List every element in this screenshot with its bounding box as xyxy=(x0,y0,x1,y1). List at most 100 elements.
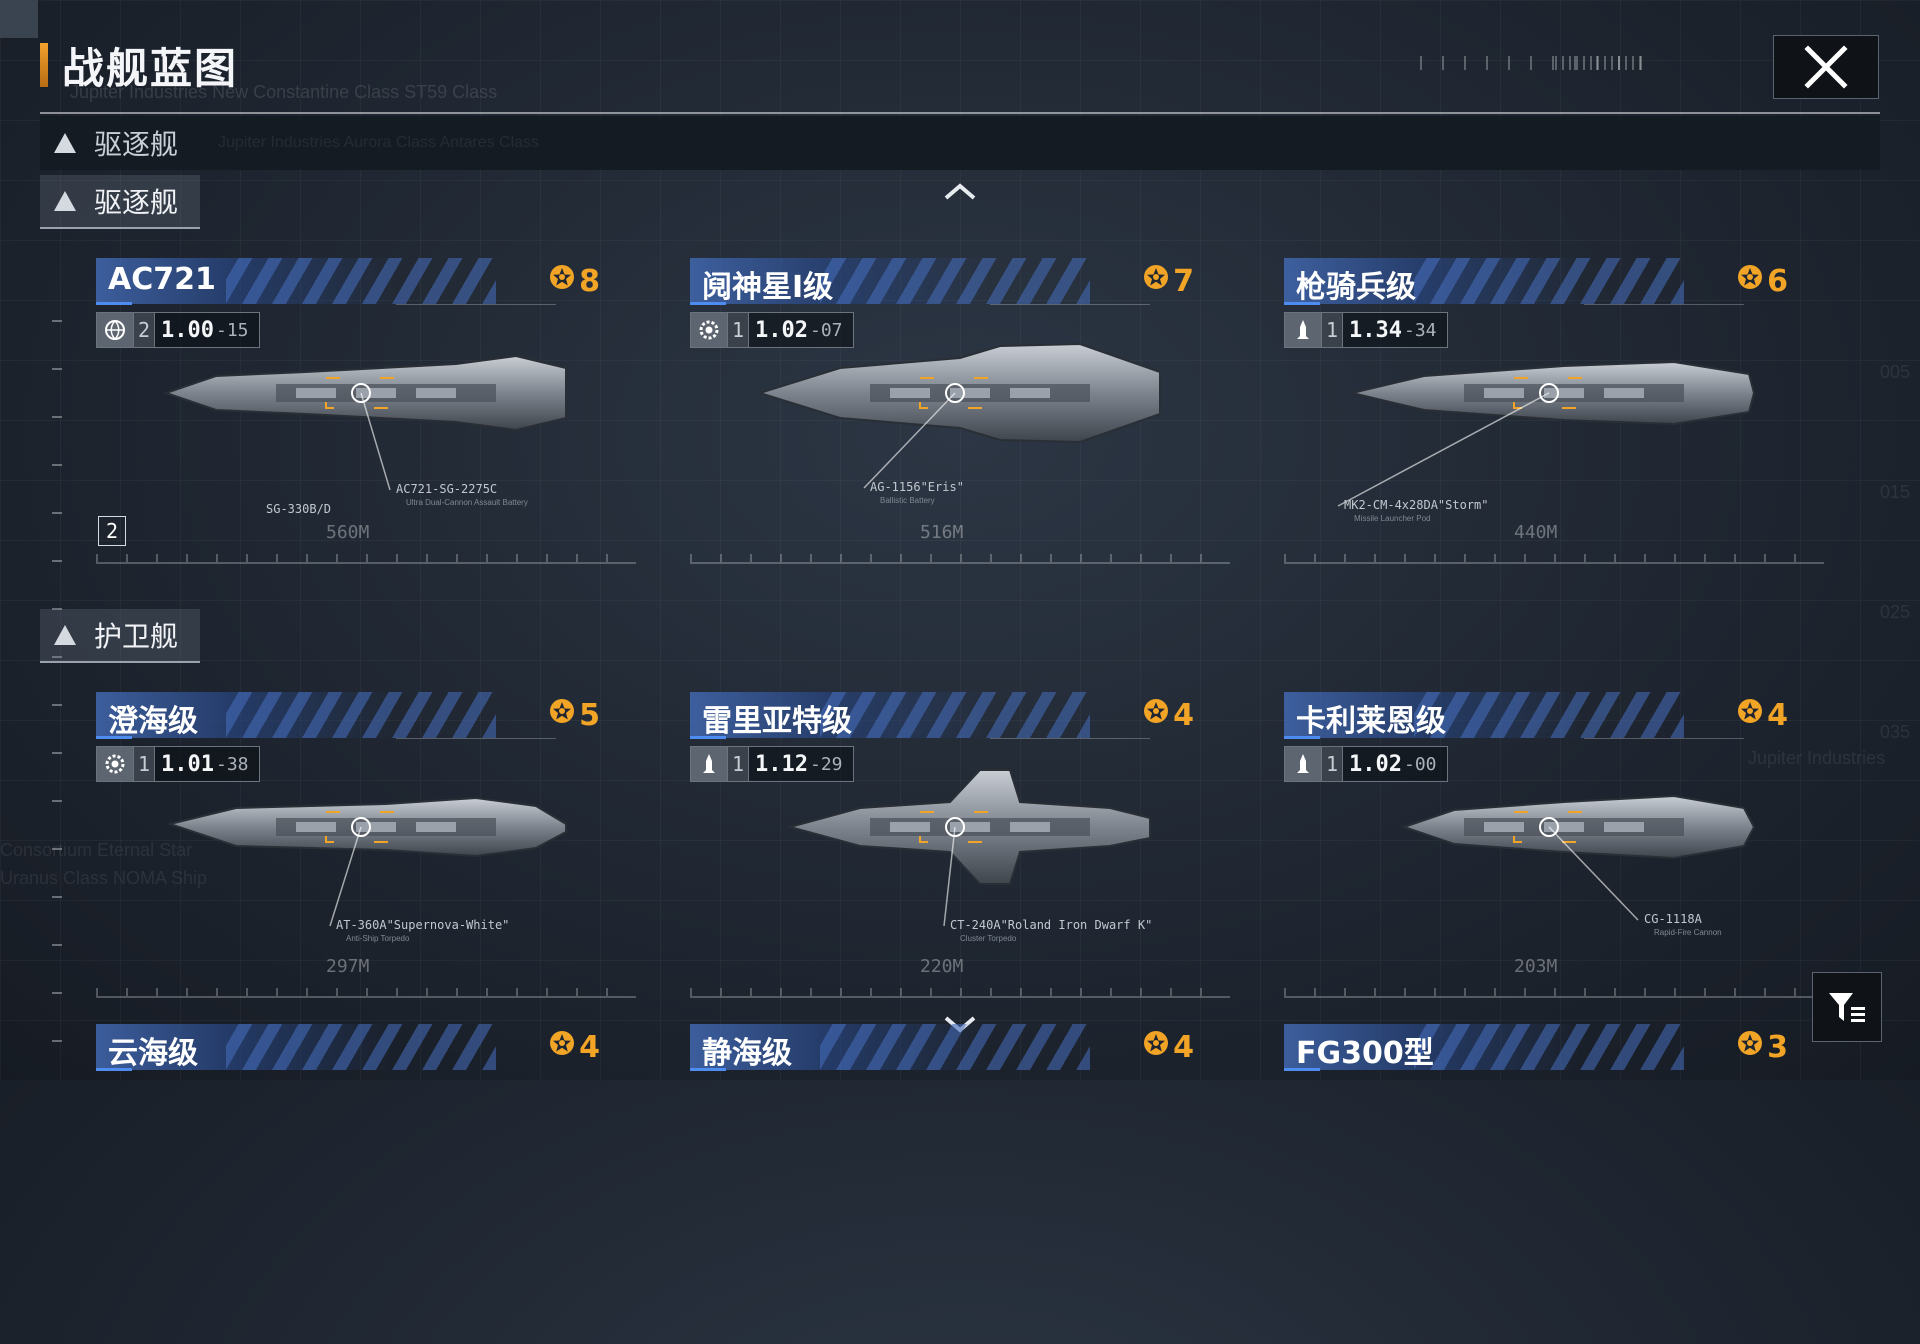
ship-rank: 4 xyxy=(1141,1028,1194,1066)
card-title-stripes xyxy=(1414,692,1684,738)
bg-label: 035 xyxy=(1880,722,1911,742)
bg-label: 015 xyxy=(1880,482,1911,502)
ship-blueprint-image xyxy=(162,354,567,432)
rank-value: 8 xyxy=(579,263,600,299)
card-title-underline xyxy=(96,302,132,305)
card-title-stripes xyxy=(820,1024,1090,1070)
header-ticks-dense xyxy=(1555,56,1645,70)
ship-name: 澄海级 xyxy=(108,704,198,739)
ship-rank: 6 xyxy=(1735,262,1788,300)
length-ruler xyxy=(690,984,1230,998)
side-ruler xyxy=(52,320,62,1080)
rank-emblem-icon xyxy=(1141,262,1173,300)
title-accent xyxy=(40,43,48,87)
rocket-icon xyxy=(1285,313,1321,347)
rank-emblem-icon xyxy=(547,1028,579,1066)
weapon-label: AG-1156"Eris" xyxy=(870,480,964,494)
header-watermark: Jupiter Industries New Constantine Class… xyxy=(70,82,498,102)
leader-line xyxy=(990,304,1150,305)
ship-length: 220M xyxy=(920,956,964,977)
ship-card[interactable]: 枪骑兵级 6 1 1.34 -34 MK2-CM-4x28DA"Storm" Missile… xyxy=(1284,258,1824,578)
gear-icon xyxy=(691,313,727,347)
ship-tier: 1 xyxy=(727,747,749,781)
ship-count-badge: 2 xyxy=(98,516,126,546)
ship-card[interactable]: 静海级 4 xyxy=(690,1024,1230,1344)
rank-emblem-icon xyxy=(1141,1028,1173,1066)
length-ruler xyxy=(96,550,636,564)
length-ruler xyxy=(96,984,636,998)
triangle-up-icon xyxy=(54,191,76,211)
ship-rank: 4 xyxy=(1141,696,1194,734)
corner-chip xyxy=(0,0,38,38)
globe-icon xyxy=(97,313,133,347)
ship-card[interactable]: 阋神星I级 7 1 1.02 -07 AG-1156"Eris" Ballistic Bat… xyxy=(690,258,1230,578)
section-label: 驱逐舰 xyxy=(94,186,179,219)
ship-card[interactable]: 云海级 4 xyxy=(96,1024,636,1344)
leader-line xyxy=(396,738,556,739)
weapon-description: Ballistic Battery xyxy=(880,496,935,505)
rank-emblem-icon xyxy=(547,262,579,300)
category-watermark: Jupiter Industries Aurora Class Antares … xyxy=(218,134,540,151)
ship-rank: 8 xyxy=(547,262,600,300)
rank-value: 4 xyxy=(1173,1029,1194,1065)
ship-name: FG300型 xyxy=(1296,1036,1434,1071)
scroll-up-icon[interactable] xyxy=(942,178,978,202)
ship-blueprint-image xyxy=(756,342,1161,444)
ship-name: 静海级 xyxy=(702,1036,792,1071)
category-bar[interactable]: 驱逐舰 Jupiter Industries Aurora Class Anta… xyxy=(40,116,1880,170)
ship-rank: 4 xyxy=(547,1028,600,1066)
ship-length: 560M xyxy=(326,522,370,543)
ship-blueprint-image xyxy=(1351,360,1756,426)
gear-icon xyxy=(97,747,133,781)
filter-button[interactable] xyxy=(1812,972,1882,1042)
weapon-description: Missile Launcher Pod xyxy=(1354,514,1431,523)
rank-emblem-icon xyxy=(1735,1028,1767,1066)
ship-card[interactable]: 澄海级 5 1 1.01 -38 AT-360A"Supernova-White" Anti… xyxy=(96,692,636,1012)
weapon-label: AC721-SG-2275C xyxy=(396,482,498,496)
ship-rank: 3 xyxy=(1735,1028,1788,1066)
rank-value: 6 xyxy=(1767,263,1788,299)
leader-line xyxy=(1584,304,1744,305)
ship-rank: 7 xyxy=(1141,262,1194,300)
category-label: 驱逐舰 xyxy=(94,128,179,161)
card-title-stripes xyxy=(226,1024,496,1070)
ship-blueprint-image xyxy=(1400,794,1756,860)
rank-value: 3 xyxy=(1767,1029,1788,1065)
ship-card[interactable]: 卡利莱恩级 4 1 1.02 -00 CG-1118A Rapid-Fire Cannon 2… xyxy=(1284,692,1824,1012)
triangle-up-icon xyxy=(54,625,76,645)
weapon-label: CT-240A"Roland Iron Dwarf K" xyxy=(950,918,1153,932)
rank-value: 4 xyxy=(579,1029,600,1065)
section-label: 护卫舰 xyxy=(94,620,179,653)
rocket-icon xyxy=(1285,747,1321,781)
card-title-stripes xyxy=(226,258,496,304)
section-tab-destroyer[interactable]: 驱逐舰 xyxy=(40,175,201,229)
rank-value: 4 xyxy=(1173,697,1194,733)
card-title-stripes xyxy=(1414,1024,1684,1070)
ship-card[interactable]: 雷里亚特级 4 1 1.12 -29 CT-240A"Roland Iron Dwarf … xyxy=(690,692,1230,1012)
ship-name: 枪骑兵级 xyxy=(1296,270,1416,305)
card-title-stripes xyxy=(1414,258,1684,304)
ship-length: 203M xyxy=(1514,956,1558,977)
bg-label: 005 xyxy=(1880,362,1911,382)
ship-card[interactable]: FG300型 3 xyxy=(1284,1024,1824,1344)
ship-name: 雷里亚特级 xyxy=(702,704,852,739)
leader-line xyxy=(396,304,556,305)
close-button[interactable] xyxy=(1773,35,1879,99)
ship-tier: 1 xyxy=(1321,747,1343,781)
weapon-label: AT-360A"Supernova-White" xyxy=(336,918,510,932)
header-divider xyxy=(40,112,1880,114)
card-title-stripes xyxy=(820,692,1090,738)
ship-rank: 5 xyxy=(547,696,600,734)
weapon-description: Cluster Torpedo xyxy=(960,934,1017,943)
leader-line xyxy=(990,738,1150,739)
length-ruler xyxy=(1284,984,1824,998)
ship-tier: 1 xyxy=(1321,313,1343,347)
ship-card[interactable]: AC721 8 2 1.00 -15 AC721-SG-2275C Ultra Dual-C… xyxy=(96,258,636,578)
ship-length: 516M xyxy=(920,522,964,543)
bg-label: 025 xyxy=(1880,602,1911,622)
ship-name: 云海级 xyxy=(108,1036,198,1071)
section-tab-frigate[interactable]: 护卫舰 xyxy=(40,609,201,663)
weapon-description: Rapid-Fire Cannon xyxy=(1654,928,1722,937)
close-x-icon xyxy=(1804,45,1848,89)
ship-rank: 4 xyxy=(1735,696,1788,734)
